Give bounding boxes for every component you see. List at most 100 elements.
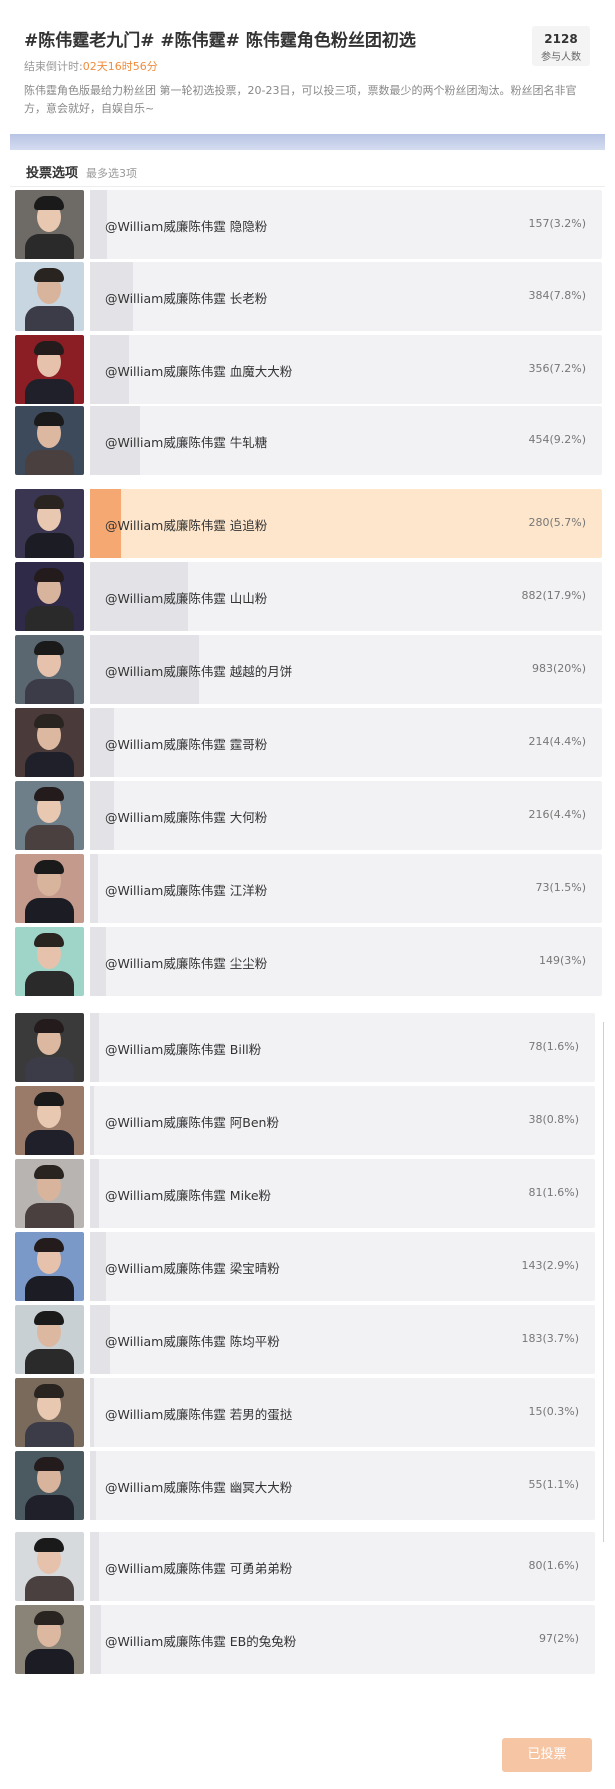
avatar-body [25,1495,74,1520]
option-result: 384(7.8%) [528,289,586,302]
avatar-body [25,1276,74,1301]
option-result: 80(1.6%) [528,1559,579,1572]
avatar-body [25,234,74,259]
poll-option[interactable]: @William威廉陈伟霆 可勇弟弟粉 80(1.6%) [90,1532,595,1601]
avatar-hair [34,641,64,655]
option-result: 183(3.7%) [521,1332,579,1345]
option-avatar [15,1532,84,1601]
option-avatar [15,1086,84,1155]
avatar-hair [34,196,64,210]
poll-option[interactable]: @William威廉陈伟霆 长老粉 384(7.8%) [90,262,602,331]
avatar-hair [34,1311,64,1325]
poll-option[interactable]: @William威廉陈伟霆 大何粉 216(4.4%) [90,781,602,850]
options-divider [10,186,605,187]
avatar-hair [34,1165,64,1179]
option-result: 149(3%) [538,954,586,967]
avatar-hair [34,1384,64,1398]
option-result-bar [90,1232,106,1301]
countdown-label: 结束倒计时: [24,60,83,73]
avatar-hair [34,341,64,355]
poll-option[interactable]: @William威廉陈伟霆 Mike粉 81(1.6%) [90,1159,595,1228]
avatar-hair [34,1092,64,1106]
options-header-label: 投票选项 [26,166,79,181]
poll-option[interactable]: @William威廉陈伟霆 霆哥粉 214(4.4%) [90,708,602,777]
option-name: @William威廉陈伟霆 尘尘粉 [105,956,268,971]
option-avatar [15,1451,84,1520]
poll-option[interactable]: @William威廉陈伟霆 阿Ben粉 38(0.8%) [90,1086,595,1155]
option-avatar [15,635,84,704]
avatar-body [25,306,74,331]
avatar-hair [34,860,64,874]
poll-option[interactable]: @William威廉陈伟霆 隐隐粉 157(3.2%) [90,190,602,259]
option-name: @William威廉陈伟霆 越越的月饼 [105,664,293,679]
option-result: 882(17.9%) [521,589,586,602]
poll-option[interactable]: @William威廉陈伟霆 牛轧糖 454(9.2%) [90,406,602,475]
countdown-value: 02天16时56分 [82,60,158,73]
voted-button[interactable]: 已投票 [502,1738,592,1772]
avatar-body [25,533,74,558]
avatar-body [25,752,74,777]
option-name: @William威廉陈伟霆 阿Ben粉 [105,1115,279,1130]
option-avatar [15,1159,84,1228]
scroll-rule [603,1022,604,1542]
option-result-bar [90,1451,96,1520]
avatar-body [25,1649,74,1674]
option-name: @William威廉陈伟霆 江洋粉 [105,883,268,898]
poll-option[interactable]: @William威廉陈伟霆 越越的月饼 983(20%) [90,635,602,704]
avatar-hair [34,412,64,426]
poll-option[interactable]: @William威廉陈伟霆 Bill粉 78(1.6%) [90,1013,595,1082]
option-result-bar [90,854,98,923]
option-result: 157(3.2%) [528,217,586,230]
option-result-bar [90,927,106,996]
option-result: 216(4.4%) [528,808,586,821]
avatar-body [25,1349,74,1374]
option-name: @William威廉陈伟霆 追追粉 [105,518,268,533]
avatar-body [25,1422,74,1447]
option-name: @William威廉陈伟霆 大何粉 [105,810,268,825]
option-avatar [15,262,84,331]
option-avatar [15,489,84,558]
poll-header: #陈伟霆老九门# #陈伟霆# 陈伟霆角色粉丝团初选 结束倒计时:02天16时56… [10,10,605,134]
avatar-body [25,450,74,475]
avatar-body [25,825,74,850]
option-result: 38(0.8%) [528,1113,579,1126]
poll-description: 陈伟霆角色版最给力粉丝团 第一轮初选投票，20-23日，可以投三项，票数最少的两… [24,84,577,115]
poll-option[interactable]: @William威廉陈伟霆 江洋粉 73(1.5%) [90,854,602,923]
option-result-bar [90,1159,99,1228]
poll-option[interactable]: @William威廉陈伟霆 山山粉 882(17.9%) [90,562,602,631]
option-result-bar [90,1378,94,1447]
poll-option[interactable]: @William威廉陈伟霆 梁宝晴粉 143(2.9%) [90,1232,595,1301]
poll-option[interactable]: @William威廉陈伟霆 追追粉 280(5.7%) [90,489,602,558]
poll-option[interactable]: @William威廉陈伟霆 若男的蛋挞 15(0.3%) [90,1378,595,1447]
avatar-hair [34,1457,64,1471]
option-result-bar [90,1532,99,1601]
option-name: @William威廉陈伟霆 Bill粉 [105,1042,262,1057]
option-name: @William威廉陈伟霆 隐隐粉 [105,219,268,234]
avatar-hair [34,1611,64,1625]
option-result: 280(5.7%) [528,516,586,529]
option-result: 81(1.6%) [528,1186,579,1199]
header-divider [10,134,605,150]
option-avatar [15,1378,84,1447]
option-result: 55(1.1%) [528,1478,579,1491]
countdown: 结束倒计时:02天16时56分 [24,58,158,74]
poll-option[interactable]: @William威廉陈伟霆 陈均平粉 183(3.7%) [90,1305,595,1374]
avatar-body [25,1576,74,1601]
avatar-body [25,898,74,923]
option-avatar [15,927,84,996]
participants-label: 参与人数 [541,52,581,63]
option-name: @William威廉陈伟霆 可勇弟弟粉 [105,1561,293,1576]
option-avatar [15,190,84,259]
option-result-bar [90,1013,99,1082]
poll-option[interactable]: @William威廉陈伟霆 血魔大大粉 356(7.2%) [90,335,602,404]
poll-option[interactable]: @William威廉陈伟霆 尘尘粉 149(3%) [90,927,602,996]
option-result: 97(2%) [538,1632,579,1645]
option-avatar [15,1013,84,1082]
option-name: @William威廉陈伟霆 陈均平粉 [105,1334,280,1349]
options-header: 投票选项 最多选3项 [26,162,137,181]
option-avatar [15,1305,84,1374]
option-result: 15(0.3%) [528,1405,579,1418]
poll-option[interactable]: @William威廉陈伟霆 幽冥大大粉 55(1.1%) [90,1451,595,1520]
poll-option[interactable]: @William威廉陈伟霆 EB的兔兔粉 97(2%) [90,1605,595,1674]
option-result: 214(4.4%) [528,735,586,748]
